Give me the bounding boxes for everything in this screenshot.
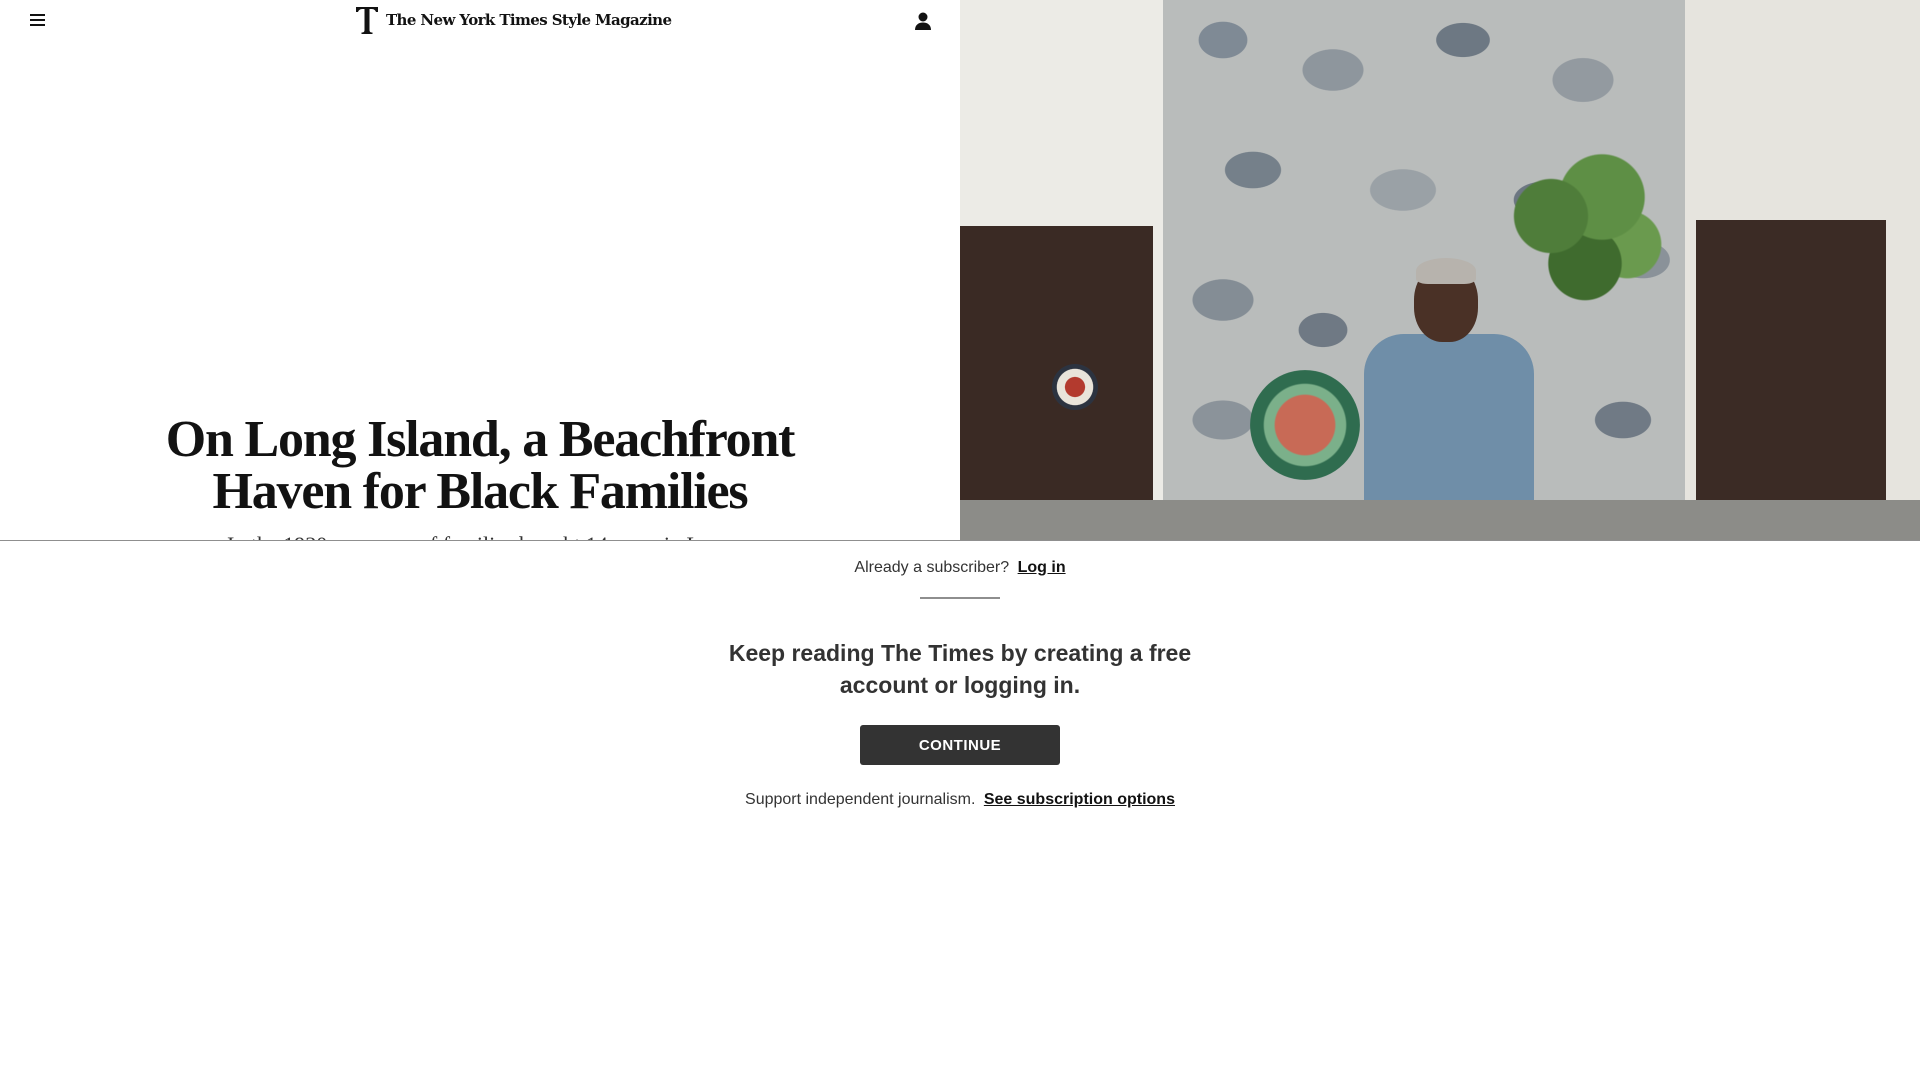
photo-plate	[1250, 370, 1360, 480]
paywall-title: Keep reading The Times by creating a fre…	[728, 640, 1192, 698]
masthead-link[interactable]: The New York Times Style Magazine	[354, 4, 672, 36]
login-prompt-text: Already a subscriber?	[854, 559, 1010, 576]
menu-bar	[30, 24, 45, 26]
photo-person-hair	[1416, 258, 1476, 284]
support-row: Support independent journalism. See subs…	[0, 791, 1920, 809]
subscription-options-link[interactable]: See subscription options	[984, 791, 1175, 808]
article-headline: On Long Island, a Beachfront Haven for B…	[165, 411, 796, 520]
hero-photo	[960, 0, 1920, 540]
t-magazine-logo-icon	[356, 7, 378, 34]
paywall-modal: Already a subscriber? Log in Keep readin…	[0, 540, 1920, 1080]
article-header: The New York Times Style Magazine On Lon…	[0, 0, 960, 540]
masthead-title: The New York Times Style Magazine	[386, 11, 672, 29]
menu-bar	[30, 14, 45, 16]
article-dek: In the 1930s, a group of families bought…	[170, 532, 790, 540]
login-link[interactable]: Log in	[1018, 559, 1066, 576]
photo-counter	[960, 500, 1920, 540]
page: The New York Times Style Magazine On Lon…	[0, 0, 1920, 1080]
login-prompt-row: Already a subscriber? Log in	[0, 559, 1920, 577]
divider	[920, 597, 1000, 599]
hamburger-menu-icon[interactable]	[26, 12, 48, 28]
photo-plant	[1500, 140, 1670, 330]
user-account-icon[interactable]	[912, 10, 934, 32]
support-text: Support independent journalism.	[745, 791, 976, 808]
photo-dial	[1052, 364, 1098, 410]
menu-bar	[30, 19, 45, 21]
continue-button[interactable]: CONTINUE	[860, 725, 1060, 765]
photo-cabinet	[1696, 220, 1886, 540]
